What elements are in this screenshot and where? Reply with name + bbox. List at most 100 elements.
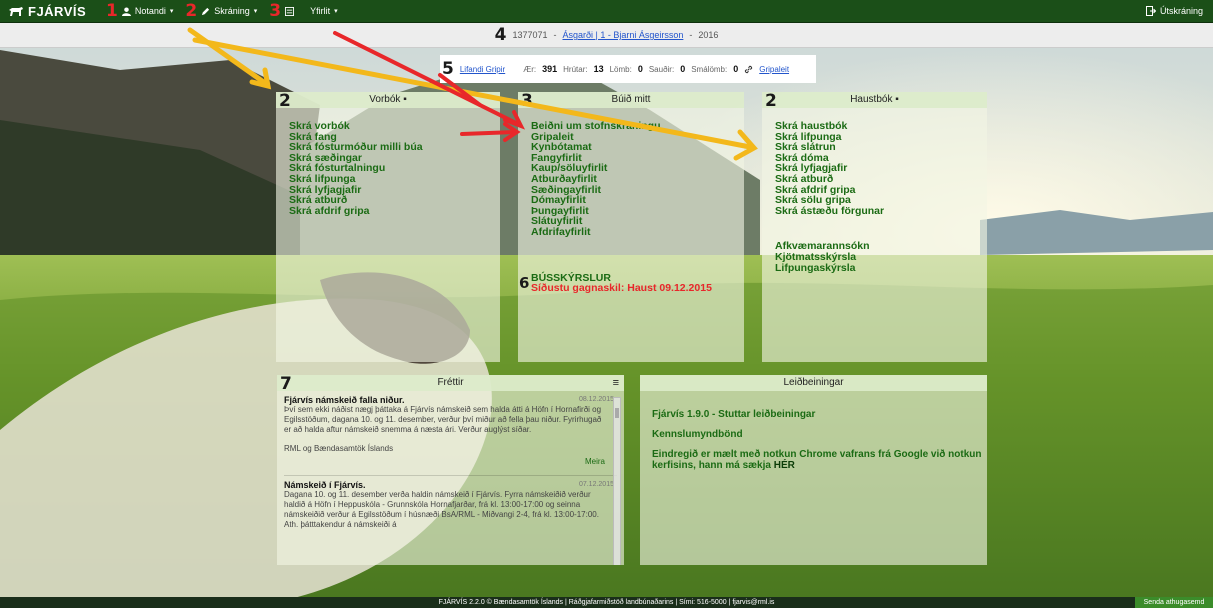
nav-skraning[interactable]: 2 Skráning ▾: [179, 0, 263, 22]
bulo-links: Beiðni um stofnskráningu Gripaleit Kynbó…: [518, 108, 744, 294]
footer: FJÁRVÍS 2.2.0 © Bændasamtök Íslands | Rá…: [0, 597, 1213, 608]
pencil-icon: [202, 7, 210, 15]
sheep-logo-icon: [9, 6, 23, 16]
link-lifpungaskyrsla[interactable]: Lifpungaskýrsla: [775, 262, 987, 274]
caret-down-icon: ▾: [253, 8, 258, 15]
haustbok-panel: 2 Haustbók ▪ Skrá haustbók Skrá lifpunga…: [762, 92, 987, 362]
reports-heading[interactable]: 6 BÚSSKÝRSLUR: [519, 272, 744, 290]
panel-title: Búið mitt: [611, 94, 651, 105]
stat-wethers-value: 0: [680, 64, 686, 74]
annotation-number: 5: [442, 58, 454, 79]
list-icon: [285, 6, 295, 16]
panel-title: Vorbók: [369, 94, 401, 105]
news-scrollbar[interactable]: [613, 397, 621, 565]
haustbok-links: Skrá haustbók Skrá lifpunga Skrá slátrun…: [762, 108, 987, 273]
panel-title: Haustbók: [850, 94, 893, 105]
stat-rams-label: Hrútar:: [563, 64, 588, 74]
news-item: 08.12.2015 Fjárvís námskeið falla niður.…: [277, 391, 624, 467]
book-icon: ▪: [403, 94, 407, 105]
guide-content: Fjárvís 1.9.0 - Stuttar leiðbeiningar Ke…: [640, 391, 987, 471]
news-signature: RML og Bændasamtök Íslands: [284, 444, 394, 453]
stat-ewes-value: 391: [542, 64, 558, 74]
caret-down-icon: ▾: [169, 8, 174, 15]
brand-name: FJÁRVÍS: [28, 3, 87, 19]
stat-ewes-label: Ær:: [523, 64, 537, 74]
link-skra-vorbok[interactable]: Skrá vorbók: [289, 121, 500, 132]
news-body: Því sem ekki náðist nægj þáttaka á Fjárv…: [284, 405, 602, 434]
annotation-number: 4: [494, 24, 507, 45]
annotation-number: 2: [765, 91, 777, 111]
year: 2016: [698, 30, 719, 40]
annotation-number: 2: [279, 91, 291, 111]
bulo-panel: 3 Búið mitt Beiðni um stofnskráningu Gri…: [518, 92, 744, 362]
link-skra-lifpunga[interactable]: Skrá lifpunga: [289, 174, 500, 185]
panel-header: 2 Haustbók ▪: [762, 91, 987, 111]
logout-label: Útskráning: [1159, 6, 1203, 16]
link-skra-astaedu[interactable]: Skrá ástæðu förgunar: [775, 206, 987, 217]
annotation-number: 3: [269, 0, 282, 21]
live-animals-link[interactable]: Lifandi Gripir: [460, 65, 505, 74]
link-atburdayfirlit[interactable]: Atburðayfirlit: [531, 174, 744, 185]
video-link[interactable]: Kennslumyndbönd: [652, 429, 987, 440]
stat-wethers-label: Sauðir:: [648, 64, 675, 74]
logout-icon: [1145, 6, 1156, 16]
stat-small-lambs-label: Smálömb:: [691, 64, 728, 74]
browser-note: Eindregið er mælt með notkun Chrome vafr…: [652, 449, 982, 471]
stat-lambs-label: Lömb:: [609, 64, 632, 74]
book-icon: ▪: [895, 94, 899, 105]
annotation-number: 6: [519, 273, 530, 292]
download-link[interactable]: HÉR: [774, 460, 795, 471]
news-more-link[interactable]: Meira: [284, 457, 617, 467]
panel-title: Fréttir: [437, 377, 464, 388]
vorbok-panel: 2 Vorbók ▪ Skrá vorbók Skrá fang Skrá fó…: [276, 92, 500, 362]
link-afdrifayfirlit[interactable]: Afdrifayfirlit: [531, 227, 744, 238]
footer-text: FJÁRVÍS 2.2.0 © Bændasamtök Íslands | Rá…: [438, 599, 775, 606]
news-title: Námskeið í Fjárvís.: [284, 480, 366, 490]
news-panel: 7 Fréttir ≡ 08.12.2015 Fjárvís námskeið …: [277, 375, 624, 565]
panel-header: Leiðbeiningar: [640, 375, 987, 391]
annotation-number: 1: [106, 0, 118, 21]
panel-title: Leiðbeiningar: [783, 377, 844, 388]
link-skra-afdrif[interactable]: Skrá afdrif gripa: [289, 206, 500, 217]
annotation-number: 2: [185, 0, 198, 21]
panel-header: 7 Fréttir ≡: [277, 375, 624, 393]
guide-link[interactable]: Fjárvís 1.9.0 - Stuttar leiðbeiningar: [652, 409, 987, 420]
vorbok-links: Skrá vorbók Skrá fang Skrá fósturmóður m…: [276, 108, 500, 216]
annotation-number: 3: [521, 91, 533, 111]
herd-stats-bar: 5 Lifandi Gripir Ær: 391 Hrútar: 13 Lömb: 0…: [440, 55, 816, 83]
link-kjotmatsskyrsla[interactable]: Kjötmatsskýrsla: [775, 252, 987, 263]
nav-notandi[interactable]: 1 Notandi ▾: [100, 0, 179, 22]
gripaleit-link[interactable]: Gripaleit: [759, 65, 789, 74]
caret-down-icon: ▾: [334, 8, 338, 15]
news-body: Dagana 10. og 11. desember verða haldin …: [284, 490, 599, 529]
stat-small-lambs-value: 0: [733, 64, 739, 74]
guide-panel: Leiðbeiningar Fjárvís 1.9.0 - Stuttar le…: [640, 375, 987, 565]
stat-lambs-value: 0: [637, 64, 643, 74]
brand-logo[interactable]: FJÁRVÍS: [0, 4, 100, 19]
nav-yfirlit-label: Yfirlit: [310, 6, 331, 16]
news-date: 08.12.2015: [578, 396, 614, 403]
nav-skraning-label: Skráning: [214, 6, 250, 16]
nav-notandi-label: Notandi: [134, 6, 166, 16]
link-skra-atburd[interactable]: Skrá atburð: [775, 174, 987, 185]
top-navbar: FJÁRVÍS 1 Notandi ▾ 2 Skráning ▾ 3 Yfirl…: [0, 0, 1213, 23]
menu-icon[interactable]: ≡: [613, 375, 619, 391]
link-beidni[interactable]: Beiðni um stofnskráningu: [531, 121, 744, 132]
link-icon: [745, 65, 753, 73]
farm-id: 1377071: [512, 30, 548, 40]
user-icon: [121, 6, 131, 16]
stat-rams-value: 13: [593, 64, 604, 74]
news-title: Fjárvís námskeið falla niður.: [284, 395, 405, 405]
nav-yfirlit[interactable]: 3 Yfirlit ▾: [263, 0, 343, 22]
farm-link[interactable]: Ásgarði | 1 - Bjarni Ásgeirsson: [562, 30, 683, 40]
scrollbar-thumb[interactable]: [615, 408, 619, 418]
feedback-button[interactable]: Senda athugasemd: [1135, 597, 1213, 608]
link-skra-haustbok[interactable]: Skrá haustbók: [775, 121, 987, 132]
news-date: 07.12.2015: [578, 481, 614, 488]
panel-header: 3 Búið mitt: [518, 91, 744, 111]
logout-button[interactable]: Útskráning: [1145, 6, 1213, 16]
panel-header: 2 Vorbók ▪: [276, 91, 500, 111]
breadcrumb: 4 1377071 - Ásgarði | 1 - Bjarni Ásgeirs…: [0, 23, 1213, 48]
news-item: 07.12.2015 Námskeið í Fjárvís. Dagana 10…: [277, 476, 624, 530]
last-report-link[interactable]: Síðustu gagnaskil: Haust 09.12.2015: [531, 283, 744, 294]
